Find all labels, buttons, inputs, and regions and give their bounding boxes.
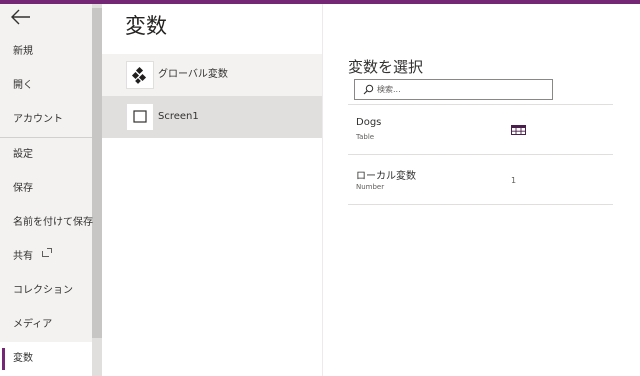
variable-row-dogs[interactable]: Dogs Table [348,105,613,153]
variable-value: 1 [511,176,517,185]
sidebar-item-media[interactable]: メディア [0,308,92,342]
table-icon[interactable] [511,125,526,135]
back-button[interactable] [10,8,34,28]
search-box[interactable] [354,79,553,100]
sidebar-item-open[interactable]: 開く [0,69,92,103]
sidebar-item-label: 変数 [13,353,33,364]
page-title: 変数 [125,14,167,38]
search-icon [363,84,374,95]
row-divider [348,204,613,205]
sidebar-item-save-as[interactable]: 名前を付けて保存 [0,206,93,240]
sidebar-item-label: 保存 [13,183,33,194]
sidebar-item-label: 名前を付けて保存 [13,217,93,228]
sidebar-item-label: コレクション [13,285,73,296]
tree-item-screen1[interactable]: Screen1 [102,96,322,138]
variable-type: Number [356,183,385,191]
sidebar-item-settings[interactable]: 設定 [0,138,92,172]
sidebar-item-label: メディア [13,319,53,330]
arrow-left-icon [11,9,30,25]
sidebar-item-label: 開く [13,80,33,91]
variable-type: Table [356,133,375,141]
sidebar-item-new[interactable]: 新規 [0,35,92,69]
pane-divider [322,4,323,376]
sidebar-item-variables[interactable]: 変数 [0,342,92,376]
tree-item-global-variables[interactable]: グローバル変数 [102,54,322,96]
sidebar-scrollbar-thumb[interactable] [92,8,102,338]
variable-name: ローカル変数 [356,171,416,182]
screen-icon [126,103,154,131]
tree-item-label: グローバル変数 [158,69,228,80]
sidebar-item-collections[interactable]: コレクション [0,274,92,308]
active-indicator [2,348,5,370]
sidebar-item-account[interactable]: アカウント [0,103,92,137]
search-input[interactable] [377,82,547,97]
sidebar-item-label: アカウント [13,114,63,125]
sidebar-item-label: 新規 [13,46,33,57]
panel-title: 変数を選択 [348,58,424,76]
tree-item-label: Screen1 [158,111,199,122]
external-link-icon [42,248,53,257]
variable-name: Dogs [356,117,382,128]
sidebar-item-label: 共有 [13,251,33,262]
sidebar-item-label: 設定 [13,149,33,160]
global-variables-icon [126,61,154,89]
sidebar-item-share[interactable]: 共有 [0,240,92,274]
sidebar-item-save[interactable]: 保存 [0,172,92,206]
variable-row-local[interactable]: ローカル変数 Number 1 [348,155,613,203]
